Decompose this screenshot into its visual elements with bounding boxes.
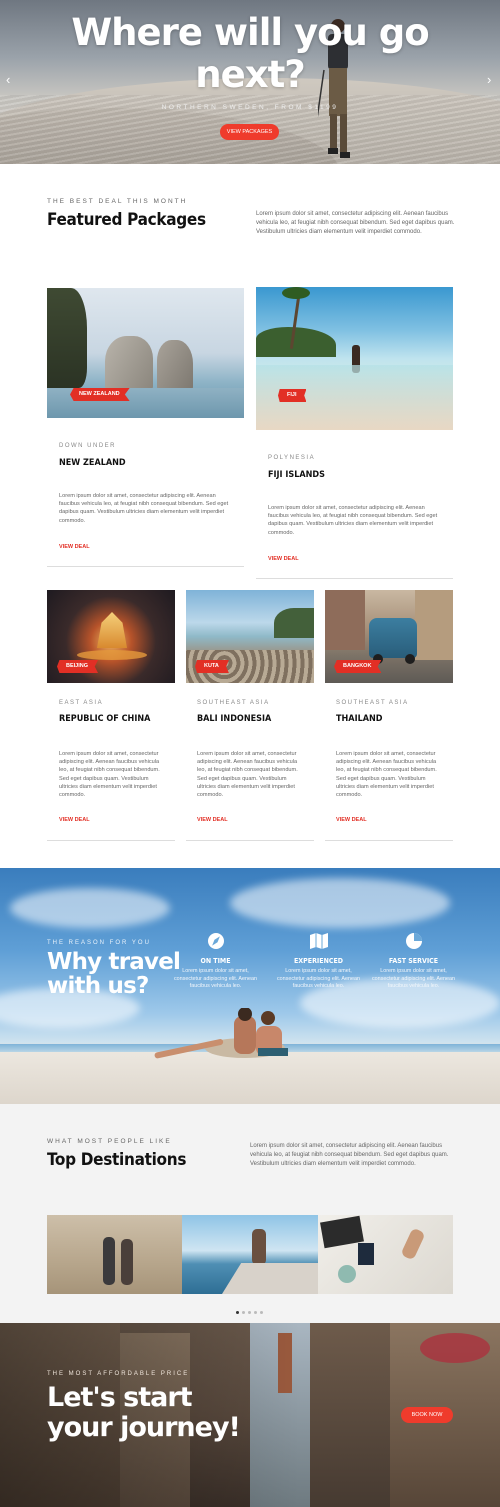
card-tag-fiji: FIJI <box>278 389 307 402</box>
card-tag-bangkok: BANGKOK <box>334 660 382 673</box>
why-eyebrow: THE REASON FOR YOU <box>47 940 151 946</box>
card-region-china: EAST ASIA <box>59 700 104 706</box>
carousel-dot[interactable] <box>242 1311 245 1314</box>
card-desc-bali: Lorem ipsum dolor sit amet, consectetur … <box>197 751 298 799</box>
card-desc-new-zealand: Lorem ipsum dolor sit amet, consectetur … <box>59 493 229 524</box>
card-divider <box>47 566 244 567</box>
carousel-dot[interactable] <box>248 1311 251 1314</box>
view-deal-link-new-zealand[interactable]: VIEW DEAL <box>59 544 90 550</box>
feature-experienced: EXPERIENCED Lorem ipsum dolor sit amet, … <box>271 932 366 991</box>
feature-desc: Lorem ipsum dolor sit amet, consectetur … <box>276 968 360 989</box>
view-deal-link-fiji[interactable]: VIEW DEAL <box>268 556 299 562</box>
feature-on-time: ON TIME Lorem ipsum dolor sit amet, cons… <box>168 932 263 991</box>
why-couple-image <box>154 1008 288 1059</box>
featured-eyebrow: THE BEST DEAL THIS MONTH <box>47 198 188 205</box>
feature-desc: Lorem ipsum dolor sit amet, consectetur … <box>371 968 455 989</box>
pie-chart-icon <box>366 932 461 950</box>
featured-title: Featured Packages <box>47 210 206 230</box>
book-now-button[interactable]: BOOK NOW <box>401 1407 453 1423</box>
feature-title: EXPERIENCED <box>294 957 343 965</box>
card-region-thailand: SOUTHEAST ASIA <box>336 700 409 706</box>
carousel-dot[interactable] <box>254 1311 257 1314</box>
card-title-new-zealand: NEW ZEALAND <box>59 458 126 468</box>
feature-desc: Lorem ipsum dolor sit amet, consectetur … <box>173 968 257 989</box>
card-region-fiji: POLYNESIA <box>268 455 316 461</box>
card-divider <box>325 840 453 841</box>
feature-title: ON TIME <box>200 957 231 965</box>
slider-prev-arrow-icon[interactable]: ‹ <box>6 72 10 87</box>
card-desc-thailand: Lorem ipsum dolor sit amet, consectetur … <box>336 751 437 799</box>
slider-next-arrow-icon[interactable]: › <box>487 72 491 87</box>
feature-title: FAST SERVICE <box>388 957 439 965</box>
feature-fast-service: FAST SERVICE Lorem ipsum dolor sit amet,… <box>366 932 461 991</box>
card-tag-kuta: KUTA <box>195 660 229 673</box>
view-deal-link-bali[interactable]: VIEW DEAL <box>197 817 228 823</box>
journey-title: Let's start your journey! <box>47 1382 241 1443</box>
card-divider <box>186 840 314 841</box>
featured-description: Lorem ipsum dolor sit amet, consectetur … <box>256 211 455 235</box>
hero-section: Where will you go next? NORTHERN SWEDEN,… <box>0 0 500 164</box>
carousel-dot[interactable] <box>236 1311 239 1314</box>
card-divider <box>47 840 175 841</box>
map-icon <box>271 932 366 950</box>
journey-title-line2: your journey! <box>47 1412 241 1443</box>
journey-title-line1: Let's start <box>47 1382 193 1413</box>
hero-title: Where will you go next? <box>0 12 500 96</box>
card-divider <box>256 578 453 579</box>
card-tag-beijing: BEIJING <box>57 660 99 673</box>
why-travel-section: THE REASON FOR YOU Why travel with us? O… <box>0 868 500 1104</box>
view-deal-link-china[interactable]: VIEW DEAL <box>59 817 90 823</box>
destinations-eyebrow: WHAT MOST PEOPLE LIKE <box>47 1138 172 1145</box>
hero-subtitle: NORTHERN SWEDEN, FROM $1199 <box>161 104 339 111</box>
carousel-dot[interactable] <box>260 1311 263 1314</box>
journey-eyebrow: THE MOST AFFORDABLE PRICE <box>47 1371 190 1377</box>
hero-title-line1: Where will you go <box>71 11 429 54</box>
card-desc-fiji: Lorem ipsum dolor sit amet, consectetur … <box>268 505 438 536</box>
hero-title-line2: next? <box>195 53 305 96</box>
card-title-fiji: FIJI ISLANDS <box>268 470 325 480</box>
card-tag-new-zealand: NEW ZEALAND <box>70 388 130 401</box>
destination-slide-2[interactable] <box>182 1215 318 1294</box>
card-title-china: REPUBLIC OF CHINA <box>59 714 151 724</box>
destinations-title: Top Destinations <box>47 1150 187 1170</box>
top-destinations-section: WHAT MOST PEOPLE LIKE Top Destinations L… <box>0 1104 500 1323</box>
card-desc-china: Lorem ipsum dolor sit amet, consectetur … <box>59 751 160 799</box>
carousel-dots <box>236 1301 266 1319</box>
view-deal-link-thailand[interactable]: VIEW DEAL <box>336 817 367 823</box>
card-title-thailand: THAILAND <box>336 714 383 724</box>
destination-slide-3[interactable] <box>318 1215 453 1294</box>
card-image-fiji[interactable] <box>256 287 453 430</box>
destinations-description: Lorem ipsum dolor sit amet, consectetur … <box>250 1143 449 1167</box>
compass-icon <box>168 932 263 950</box>
view-packages-button[interactable]: VIEW PACKAGES <box>220 124 279 140</box>
card-region-new-zealand: DOWN UNDER <box>59 443 116 449</box>
card-region-bali: SOUTHEAST ASIA <box>197 700 270 706</box>
destination-slide-1[interactable] <box>47 1215 182 1294</box>
card-title-bali: BALI INDONESIA <box>197 714 272 724</box>
